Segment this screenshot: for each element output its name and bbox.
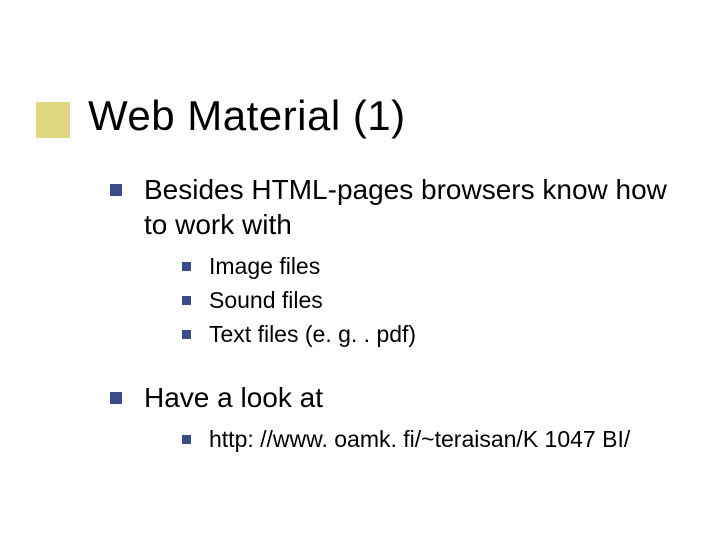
list-item: Text files (e. g. . pdf) <box>182 320 670 350</box>
list-item-text: Have a look at <box>144 380 323 415</box>
slide: Web Material (1) Besides HTML-pages brow… <box>0 0 720 540</box>
sub-list: http: //www. oamk. fi/~teraisan/K 1047 B… <box>182 425 670 455</box>
list-item-text: Besides HTML-pages browsers know how to … <box>144 172 670 242</box>
list-item-text: Text files (e. g. . pdf) <box>209 320 416 350</box>
square-bullet-icon <box>182 330 191 339</box>
square-bullet-icon <box>110 184 122 196</box>
square-bullet-icon <box>110 392 122 404</box>
slide-title: Web Material (1) <box>88 92 406 140</box>
list-item: Image files <box>182 252 670 282</box>
square-bullet-icon <box>182 296 191 305</box>
list-item-text: http: //www. oamk. fi/~teraisan/K 1047 B… <box>209 425 630 455</box>
list-item-text: Sound files <box>209 286 323 316</box>
square-bullet-icon <box>182 435 191 444</box>
list-item-text: Image files <box>209 252 320 282</box>
square-bullet-icon <box>182 262 191 271</box>
slide-content: Besides HTML-pages browsers know how to … <box>110 172 670 473</box>
sub-list: Image files Sound files Text files (e. g… <box>182 252 670 350</box>
list-item: http: //www. oamk. fi/~teraisan/K 1047 B… <box>182 425 670 455</box>
list-item: Besides HTML-pages browsers know how to … <box>110 172 670 242</box>
list-item: Sound files <box>182 286 670 316</box>
list-item: Have a look at <box>110 380 670 415</box>
title-accent <box>36 102 70 138</box>
